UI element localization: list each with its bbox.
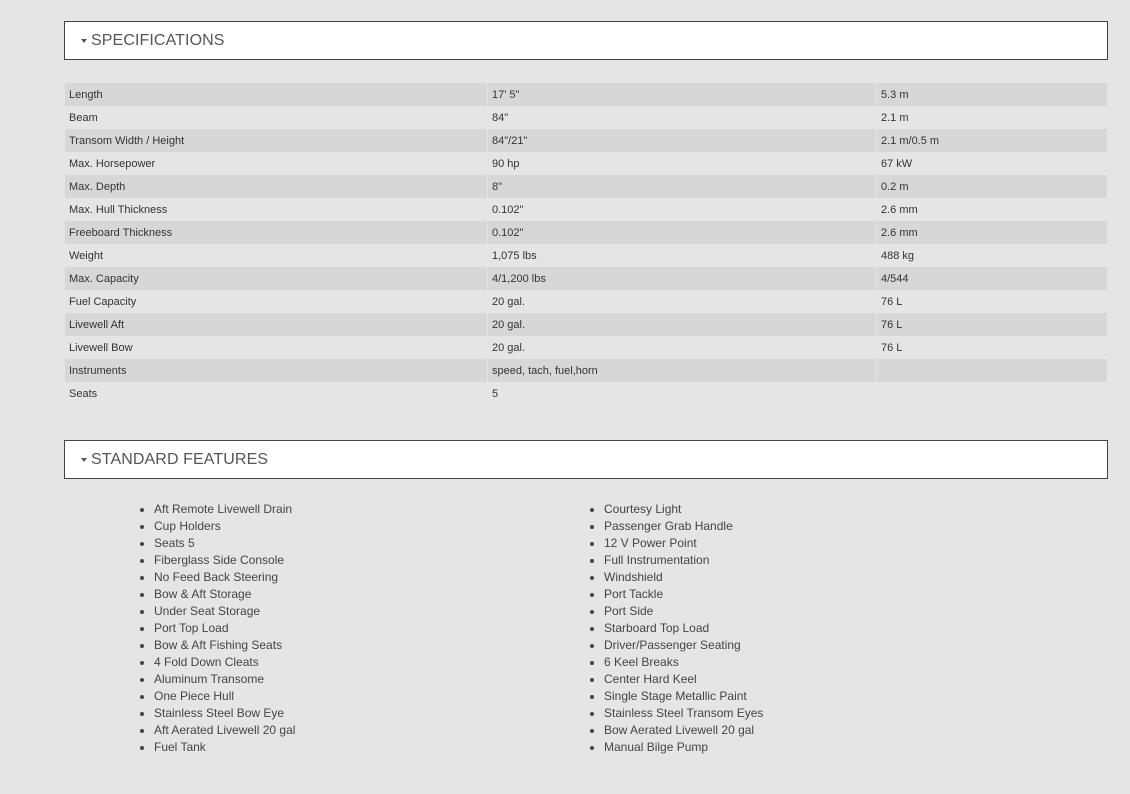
list-item: Port Tackle [590,586,763,603]
spec-imperial-value: 17' 5" [487,83,877,106]
table-row: Weight 1,075 lbs 488 kg [65,244,1107,267]
spec-metric-value: 4/544 [876,267,1107,290]
list-item: Under Seat Storage [140,603,295,620]
table-row: Livewell Bow 20 gal. 76 L [65,336,1107,359]
table-row: Length 17' 5" 5.3 m [65,83,1107,106]
specifications-table: Length 17' 5" 5.3 m Beam 84" 2.1 m Transom Wid… [65,83,1107,405]
table-row: Max. Depth 8" 0.2 m [65,175,1107,198]
spec-imperial-value: 20 gal. [487,290,877,313]
spec-label: Length [65,83,488,106]
list-item: Cup Holders [140,518,295,535]
list-item: Center Hard Keel [590,671,763,688]
spec-label: Seats [65,382,488,405]
table-row: Max. Hull Thickness 0.102" 2.6 mm [65,198,1107,221]
spec-metric-value: 76 L [876,336,1107,359]
list-item: No Feed Back Steering [140,569,295,586]
list-item: Stainless Steel Bow Eye [140,705,295,722]
list-item: Fiberglass Side Console [140,552,295,569]
features-list-left: Aft Remote Livewell Drain Cup Holders Seat… [140,501,295,756]
caret-down-icon [81,458,87,462]
spec-imperial-value: 8" [487,175,877,198]
list-item: Passenger Grab Handle [590,518,763,535]
list-item: Seats 5 [140,535,295,552]
spec-metric-value: 2.6 mm [876,198,1107,221]
table-row: Instruments speed, tach, fuel,horn [65,359,1107,382]
table-row: Fuel Capacity 20 gal. 76 L [65,290,1107,313]
list-item: Starboard Top Load [590,620,763,637]
list-item: Fuel Tank [140,739,295,756]
table-row: Max. Horsepower 90 hp 67 kW [65,152,1107,175]
list-item: Single Stage Metallic Paint [590,688,763,705]
spec-metric-value [876,382,1107,405]
spec-imperial-value: 4/1,200 lbs [487,267,877,290]
list-item: 4 Fold Down Cleats [140,654,295,671]
spec-imperial-value: 90 hp [487,152,877,175]
spec-metric-value: 76 L [876,313,1107,336]
specifications-toggle[interactable]: SPECIFICATIONS [64,21,1108,60]
table-row: Beam 84" 2.1 m [65,106,1107,129]
spec-label: Livewell Bow [65,336,488,359]
spec-imperial-value: speed, tach, fuel,horn [487,359,877,382]
caret-down-icon [81,39,87,43]
list-item: Port Side [590,603,763,620]
list-item: Port Top Load [140,620,295,637]
standard-features-toggle[interactable]: STANDARD FEATURES [64,440,1108,479]
spec-metric-value: 5.3 m [876,83,1107,106]
spec-imperial-value: 20 gal. [487,313,877,336]
list-item: Aluminum Transome [140,671,295,688]
spec-metric-value: 0.2 m [876,175,1107,198]
table-row: Max. Capacity 4/1,200 lbs 4/544 [65,267,1107,290]
spec-imperial-value: 84"/21" [487,129,877,152]
list-item: Bow Aerated Livewell 20 gal [590,722,763,739]
list-item: Manual Bilge Pump [590,739,763,756]
table-row: Livewell Aft 20 gal. 76 L [65,313,1107,336]
list-item: Bow & Aft Storage [140,586,295,603]
specifications-title: SPECIFICATIONS [91,31,225,49]
list-item: Full Instrumentation [590,552,763,569]
list-item: Driver/Passenger Seating [590,637,763,654]
spec-label: Max. Hull Thickness [65,198,488,221]
spec-metric-value: 488 kg [876,244,1107,267]
table-row: Transom Width / Height 84"/21" 2.1 m/0.5 m [65,129,1107,152]
spec-imperial-value: 84" [487,106,877,129]
spec-label: Max. Horsepower [65,152,488,175]
spec-metric-value: 2.6 mm [876,221,1107,244]
spec-label: Instruments [65,359,488,382]
list-item: Stainless Steel Transom Eyes [590,705,763,722]
spec-metric-value: 76 L [876,290,1107,313]
spec-imperial-value: 0.102" [487,221,877,244]
features-list-right: Courtesy Light Passenger Grab Handle 12 V … [590,501,763,756]
table-row: Seats 5 [65,382,1107,405]
spec-imperial-value: 1,075 lbs [487,244,877,267]
spec-label: Freeboard Thickness [65,221,488,244]
list-item: Bow & Aft Fishing Seats [140,637,295,654]
list-item: 12 V Power Point [590,535,763,552]
spec-label: Max. Capacity [65,267,488,290]
list-item: 6 Keel Breaks [590,654,763,671]
spec-imperial-value: 5 [487,382,877,405]
spec-imperial-value: 0.102" [487,198,877,221]
list-item: Windshield [590,569,763,586]
spec-label: Weight [65,244,488,267]
standard-features-title: STANDARD FEATURES [91,450,269,468]
spec-metric-value: 2.1 m/0.5 m [876,129,1107,152]
spec-metric-value: 2.1 m [876,106,1107,129]
spec-imperial-value: 20 gal. [487,336,877,359]
spec-label: Max. Depth [65,175,488,198]
spec-metric-value: 67 kW [876,152,1107,175]
spec-label: Fuel Capacity [65,290,488,313]
list-item: Aft Aerated Livewell 20 gal [140,722,295,739]
table-row: Freeboard Thickness 0.102" 2.6 mm [65,221,1107,244]
spec-metric-value [876,359,1107,382]
list-item: Aft Remote Livewell Drain [140,501,295,518]
spec-label: Transom Width / Height [65,129,488,152]
spec-label: Livewell Aft [65,313,488,336]
list-item: One Piece Hull [140,688,295,705]
spec-label: Beam [65,106,488,129]
list-item: Courtesy Light [590,501,763,518]
